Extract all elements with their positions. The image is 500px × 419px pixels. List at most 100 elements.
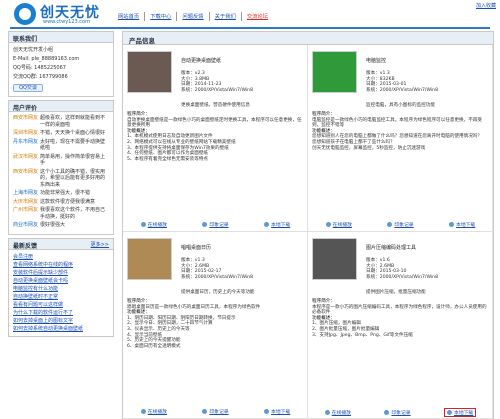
review-author[interactable]: 西安市网友 xyxy=(13,169,38,189)
product-thumbnail[interactable] xyxy=(312,238,357,280)
product-thumbnail[interactable] xyxy=(127,238,172,280)
product-card: 唱唱桌面日历版本：v1.3 大小：2.6MB 日期：2015-02-17 系统：200… xyxy=(123,232,308,419)
review-text: 这款软件很方便我很满意 xyxy=(40,198,96,205)
desc-text: 电脑监控是一款绿色小巧的电脑监控工具，本程序为绿色程序可以任意更换，不再受到，监… xyxy=(312,117,482,129)
action-icon xyxy=(202,222,208,227)
action-icon xyxy=(140,409,146,414)
product-name[interactable]: 电脑监控 xyxy=(366,57,386,64)
feature-item: 6、桌面日历有全透明模式 xyxy=(127,343,181,349)
desc-text: 自动更换桌面壁纸是一款绿色小巧的桌面壁纸定时更换工具，本程序可以任意更换，任意更… xyxy=(127,117,302,129)
online-play-button[interactable]: 在线播放 xyxy=(325,221,352,228)
record-button[interactable]: 印象记录 xyxy=(202,221,229,228)
product-description: 程序简介： 本程序是一款小巧的图片压缩编码工具，本程序为绿色程序，设计师，办公人员… xyxy=(312,299,488,338)
review-author[interactable]: 广州市网友 xyxy=(13,207,38,220)
feature-list: 1、本机模式使用日志及自动更新图片文件 2、网络模式可以在线从专业的壁纸网站下载精… xyxy=(127,134,303,162)
product-thumbnail[interactable] xyxy=(127,51,172,93)
feedback-more-link[interactable]: 更多>> xyxy=(91,241,109,248)
action-icon xyxy=(449,222,455,227)
product-actions: 在线播放 印象记录 本地下载 xyxy=(123,408,308,415)
product-thumbnail[interactable] xyxy=(312,51,357,93)
review-text: 这个小工具的确不错，很实用的，希望以后能有更多好用的东西出来 xyxy=(40,168,106,188)
reviews-box: 用户评价 西安市网友 超级喜欢，这样到就能看到不一样的桌面啦 深圳市网友 不错，天天换… xyxy=(8,100,114,235)
product-actions: 在线播放 印象记录 本地下载 xyxy=(123,221,308,228)
review-author[interactable]: 商业市网友 xyxy=(13,222,38,229)
review-item: 武汉市网友 简单易用，操作简单很容易上手 xyxy=(13,154,109,167)
feature-item: 创天无忧电脑监控，屏幕监控，5秒监控，防止沉迷游戏 xyxy=(312,145,426,151)
review-item: 商业市网友 很好很强大 xyxy=(13,222,109,229)
action-label: 印象记录 xyxy=(391,411,411,416)
feedback-link[interactable]: 如何去掉系统自动更换桌面壁纸 xyxy=(13,325,109,333)
local-download-button[interactable]: 本地下载 xyxy=(444,408,477,417)
feedback-link[interactable]: 为什么下载的软件运行不了 xyxy=(13,309,109,317)
action-icon xyxy=(202,409,208,414)
product-tagline: 更换桌面壁纸，营造硬件使用信息 xyxy=(181,103,250,108)
review-author[interactable]: 深圳市网友 xyxy=(13,130,38,137)
feedback-link[interactable]: 会员注册 xyxy=(13,253,109,261)
online-play-button[interactable]: 在线播放 xyxy=(324,408,351,417)
nav-home[interactable]: 网站首页 xyxy=(113,12,146,21)
record-button[interactable]: 印象记录 xyxy=(387,221,414,228)
local-download-button[interactable]: 本地下载 xyxy=(264,221,290,228)
record-button[interactable]: 印象记录 xyxy=(202,408,229,415)
action-label: 在线播放 xyxy=(332,223,352,228)
review-author[interactable]: 武汉市网友 xyxy=(13,154,38,167)
sidebar: 联系我们 创天无忧开发小组 E-Mail: ple_88889163.com Q… xyxy=(8,31,114,340)
review-text: 不错，天天换个桌面心情很好 xyxy=(40,130,106,136)
action-icon xyxy=(264,222,270,227)
review-author[interactable]: 西安市网友 xyxy=(13,115,38,128)
review-item: 西安市网友 这个小工具的确不错，很实用的，希望以后能有更多好用的东西出来 xyxy=(13,169,109,189)
product-card: 图片压缩编码处理工具 版本：v1.6 大小：2.6MB 日期：2015-03-10 系统… xyxy=(308,232,493,419)
feedback-title: 最新反馈 xyxy=(13,242,38,250)
local-download-button[interactable]: 本地下载 xyxy=(449,221,475,228)
top-nav: 网站首页 下载中心 问题反馈 关于我们 交流论坛 xyxy=(113,12,338,21)
nav-about[interactable]: 关于我们 xyxy=(210,12,242,21)
product-tagline: 提供桌面日历，历史上的今天等功能 xyxy=(181,290,255,295)
action-label: 在线播放 xyxy=(147,410,167,415)
feedback-link[interactable]: 看看有问题可以这样做 xyxy=(13,301,109,309)
add-favorite-link[interactable]: 加入收藏 xyxy=(476,2,496,9)
product-specs: 版本：v1.3 大小：2.6MB 日期：2015-02-17 系统：2000/XP/V… xyxy=(181,258,253,280)
review-item: 深圳市网友 不错，天天换个桌面心情很好 xyxy=(13,130,109,137)
action-label: 本地下载 xyxy=(456,223,476,228)
feedback-link[interactable]: 安装软件后提示缺少部件 xyxy=(13,269,109,277)
feedback-link[interactable]: 自动更换桌面壁纸会卡吗 xyxy=(13,277,109,285)
nav-download[interactable]: 下载中心 xyxy=(145,12,178,21)
product-panel: 产品信息 自动更换桌面壁纸版本：v2.3 大小：3.8MB 日期：2014-11-2… xyxy=(122,31,494,419)
local-download-button[interactable]: 本地下载 xyxy=(264,408,290,415)
record-button[interactable]: 印象记录 xyxy=(384,408,411,417)
product-tagline: 提供图片压缩，批量压缩功能 xyxy=(366,290,426,295)
spec-line: 系统：2000/XP/Vista/Win7/Win8 xyxy=(181,274,254,280)
online-play-button[interactable]: 在线播放 xyxy=(140,408,167,415)
product-name[interactable]: 唱唱桌面日历 xyxy=(181,244,211,251)
nav-forum[interactable]: 交流论坛 xyxy=(242,12,273,21)
feature-list: 您想知道别人在您的电脑上都做了什么吗？您想知道在您离开时电脑的使用情况吗？ 您想知… xyxy=(312,134,488,151)
feedback-link[interactable]: 自动换壁纸时不正常 xyxy=(13,293,109,301)
product-specs: 版本：v1.3 大小：832KB 日期：2015-03-01 系统：2000/XP/V… xyxy=(366,71,438,93)
nav-feedback[interactable]: 问题反馈 xyxy=(177,12,210,21)
online-play-button[interactable]: 在线播放 xyxy=(140,221,167,228)
desc-text: 本程序是一款小巧的图片压缩编码工具，本程序为绿色程序，设计师，办公人员使用的必备… xyxy=(312,304,487,316)
product-specs: 版本：v2.3 大小：3.8MB 日期：2014-11-23 系统：2000/XP/V… xyxy=(181,71,253,93)
review-author[interactable]: 上海市网友 xyxy=(13,190,38,197)
product-description: 程序简介： 电脑监控是一款绿色小巧的电脑监控工具，本程序为绿色程序可以任意更换，不… xyxy=(312,112,488,151)
qq-chat-button[interactable]: QQ交谈 xyxy=(13,84,43,92)
product-description: 程序简介： 唱唱桌面日历是一款绿色小巧的桌面日历工具，本程序为绿色软件 功能概述： 1… xyxy=(127,299,303,349)
product-name[interactable]: 自动更换桌面壁纸 xyxy=(181,57,221,64)
product-panel-title: 产品信息 xyxy=(123,32,493,45)
contact-title: 联系我们 xyxy=(9,32,113,43)
feedback-link[interactable]: 电脑监控有什么功能 xyxy=(13,285,109,293)
action-label: 在线播放 xyxy=(331,411,351,416)
logo[interactable]: 创天无忧 www.ctwy123.com xyxy=(14,2,104,26)
feedback-link[interactable]: 查看网络系统中在线的程序 xyxy=(13,261,109,269)
review-item: 西安市网友 超级喜欢，这样到就能看到不一样的桌面啦 xyxy=(13,115,109,128)
review-author[interactable]: 丹东市网友 xyxy=(13,139,38,152)
spec-line: 系统：2000/XP/Vista/Win7/Win8 xyxy=(366,87,439,93)
feature-list: 1、阴历日期、阳历日期、阴阳历日期转换，节日提示 2、显示今日、阴历日期，二十四节… xyxy=(127,316,303,350)
review-author[interactable]: 大庆市网友 xyxy=(13,199,38,206)
product-name[interactable]: 图片压缩编码处理工具 xyxy=(366,244,416,251)
review-item: 丹东市网友 太好啦，现在不需要手动换壁纸啦 xyxy=(13,139,109,152)
product-actions: 在线播放 印象记录 本地下载 xyxy=(308,221,493,228)
action-label: 本地下载 xyxy=(271,223,291,228)
review-item: 上海市网友 功能非常强大，很不错 xyxy=(13,190,109,197)
feedback-link[interactable]: 如何去掉桌面上的图标文字 xyxy=(13,317,109,325)
